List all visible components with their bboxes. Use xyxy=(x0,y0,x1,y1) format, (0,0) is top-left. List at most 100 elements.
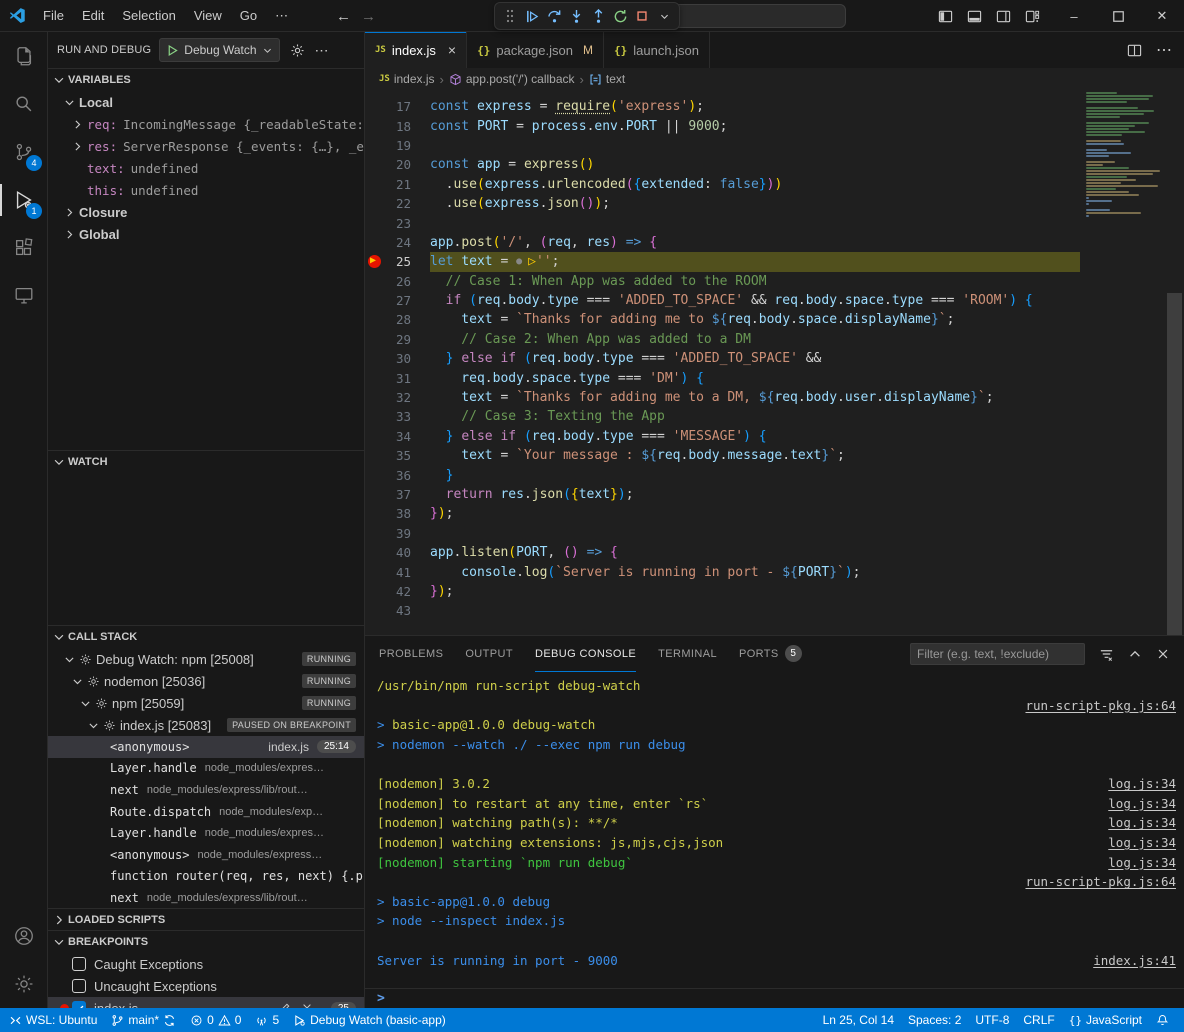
back-arrow-icon[interactable]: ← xyxy=(336,8,351,25)
step-over-button[interactable] xyxy=(544,5,564,27)
variable-row[interactable]: res:ServerResponse {_events: {…}, _ev… xyxy=(48,135,364,157)
call-stack-header[interactable]: CALL STACK xyxy=(48,626,364,648)
code-line[interactable]: 23 xyxy=(365,213,1080,232)
maximize-button[interactable] xyxy=(1096,0,1140,32)
minimap[interactable] xyxy=(1080,90,1164,635)
code-line[interactable]: 39 xyxy=(365,524,1080,543)
settings-gear-icon[interactable] xyxy=(0,960,48,1008)
debug-console-output[interactable]: /usr/bin/npm run-script debug-watchrun-s… xyxy=(365,672,1184,988)
callstack-frame-row[interactable]: <anonymous>node_modules/express… xyxy=(48,844,364,866)
code-line[interactable]: 24app.post('/', (req, res) => { xyxy=(365,233,1080,252)
extensions-icon[interactable] xyxy=(0,224,48,272)
code-line[interactable]: 27 if (req.body.type === 'ADDED_TO_SPACE… xyxy=(365,291,1080,310)
menu-go[interactable]: Go xyxy=(231,5,266,27)
tab-problems[interactable]: PROBLEMS xyxy=(379,637,443,672)
search-icon[interactable] xyxy=(0,80,48,128)
drag-handle-icon[interactable] xyxy=(500,5,520,27)
variables-header[interactable]: VARIABLES xyxy=(48,69,364,91)
maximize-panel-icon[interactable] xyxy=(1128,647,1142,661)
source-link[interactable]: log.js:34 xyxy=(1108,855,1176,870)
console-line[interactable]: [nodemon] to restart at any time, enter … xyxy=(377,794,1176,814)
code-line[interactable]: 30 } else if (req.body.type === 'ADDED_T… xyxy=(365,349,1080,368)
code-line[interactable]: 28 text = `Thanks for adding me to ${req… xyxy=(365,310,1080,329)
code-line[interactable]: 43 xyxy=(365,601,1080,620)
console-line[interactable]: run-script-pkg.js:64 xyxy=(377,872,1176,892)
split-editor-icon[interactable] xyxy=(1127,43,1142,58)
breakpoint-paused-icon[interactable]: ▶ xyxy=(365,255,385,268)
breakpoints-header[interactable]: BREAKPOINTS xyxy=(48,931,364,953)
debug-toolbar-dropdown-icon[interactable] xyxy=(654,5,674,27)
continue-button[interactable] xyxy=(522,5,542,27)
git-branch-indicator[interactable]: main* xyxy=(104,1008,183,1032)
forwarded-ports-indicator[interactable]: 5 xyxy=(248,1008,286,1032)
variable-row[interactable]: req:IncomingMessage {_readableState: … xyxy=(48,113,364,135)
customize-layout-icon[interactable] xyxy=(1025,9,1040,24)
console-line[interactable]: > basic-app@1.0.0 debug-watch xyxy=(377,715,1176,735)
variables-scope-row[interactable]: Closure xyxy=(48,201,364,223)
breakpoint-row[interactable]: Caught Exceptions xyxy=(48,953,364,975)
source-link[interactable]: log.js:34 xyxy=(1108,796,1176,811)
code-line[interactable]: 19 xyxy=(365,136,1080,155)
console-line[interactable]: /usr/bin/npm run-script debug-watch xyxy=(377,676,1176,696)
code-line[interactable]: 22 .use(express.json()); xyxy=(365,194,1080,213)
explorer-icon[interactable] xyxy=(0,32,48,80)
problems-indicator[interactable]: 0 0 xyxy=(183,1008,248,1032)
console-line[interactable]: > nodemon --watch ./ --exec npm run debu… xyxy=(377,735,1176,755)
remote-indicator[interactable]: WSL: Ubuntu xyxy=(2,1008,104,1032)
callstack-session-row[interactable]: npm [25059]RUNNING xyxy=(48,692,364,714)
code-line[interactable]: 26 // Case 1: When App was added to the … xyxy=(365,272,1080,291)
variables-scope-row[interactable]: Global xyxy=(48,223,364,245)
code-line[interactable]: 41 console.log(`Server is running in por… xyxy=(365,562,1080,581)
remote-explorer-icon[interactable] xyxy=(0,272,48,320)
source-link[interactable]: run-script-pkg.js:64 xyxy=(1025,874,1176,889)
callstack-session-row[interactable]: Debug Watch: npm [25008]RUNNING xyxy=(48,648,364,670)
breadcrumb-file[interactable]: JS index.js xyxy=(379,72,435,86)
tab-package-json[interactable]: {} package.json M xyxy=(467,32,604,68)
callstack-frame-row[interactable]: Route.dispatchnode_modules/exp… xyxy=(48,801,364,823)
code-line[interactable]: 38}); xyxy=(365,504,1080,523)
code-line[interactable]: 18const PORT = process.env.PORT || 9000; xyxy=(365,116,1080,135)
close-window-button[interactable]: ✕ xyxy=(1140,0,1184,32)
breadcrumb-symbol-callback[interactable]: app.post('/') callback xyxy=(449,72,575,86)
watch-header[interactable]: WATCH xyxy=(48,451,364,473)
callstack-session-row[interactable]: nodemon [25036]RUNNING xyxy=(48,670,364,692)
console-filter-input[interactable] xyxy=(910,643,1085,665)
code-line[interactable]: 36 } xyxy=(365,465,1080,484)
console-line[interactable]: Server is running in port - 9000index.js… xyxy=(377,950,1176,970)
minimize-button[interactable]: – xyxy=(1052,0,1096,32)
callstack-frame-row[interactable]: nextnode_modules/express/lib/rout… xyxy=(48,779,364,801)
callstack-frame-row[interactable]: nextnode_modules/express/lib/rout… xyxy=(48,887,364,908)
code-line[interactable]: 40app.listen(PORT, () => { xyxy=(365,543,1080,562)
console-line[interactable] xyxy=(377,754,1176,774)
editor-more-actions-icon[interactable]: ⋯ xyxy=(1156,40,1172,60)
variable-row[interactable]: text:undefined xyxy=(48,157,364,179)
menu-overflow[interactable]: ⋯ xyxy=(266,5,297,27)
code-line[interactable]: 29 // Case 2: When App was added to a DM xyxy=(365,330,1080,349)
toggle-primary-sidebar-icon[interactable] xyxy=(938,9,953,24)
language-mode[interactable]: {} JavaScript xyxy=(1062,1008,1149,1032)
code-line[interactable]: 37 return res.json({text}); xyxy=(365,485,1080,504)
console-line[interactable] xyxy=(377,931,1176,951)
source-control-icon[interactable]: 4 xyxy=(0,128,48,176)
code-line[interactable]: 20const app = express() xyxy=(365,155,1080,174)
debug-console-input[interactable]: > xyxy=(365,988,1184,1008)
code-line[interactable]: 42}); xyxy=(365,582,1080,601)
console-line[interactable]: run-script-pkg.js:64 xyxy=(377,696,1176,716)
code-line[interactable]: 17const express = require('express'); xyxy=(365,97,1080,116)
indentation-setting[interactable]: Spaces: 2 xyxy=(901,1008,968,1032)
toggle-secondary-sidebar-icon[interactable] xyxy=(996,9,1011,24)
code-line[interactable]: 35 text = `Your message : ${req.body.mes… xyxy=(365,446,1080,465)
tab-output[interactable]: OUTPUT xyxy=(465,637,513,672)
menu-file[interactable]: File xyxy=(34,5,73,27)
callstack-session-row[interactable]: index.js [25083]PAUSED ON BREAKPOINT xyxy=(48,714,364,736)
stop-button[interactable] xyxy=(632,5,652,27)
source-link[interactable]: log.js:34 xyxy=(1108,835,1176,850)
console-line[interactable]: [nodemon] 3.0.2log.js:34 xyxy=(377,774,1176,794)
debug-session-indicator[interactable]: Debug Watch (basic-app) xyxy=(286,1008,453,1032)
step-out-button[interactable] xyxy=(588,5,608,27)
encoding-setting[interactable]: UTF-8 xyxy=(968,1008,1016,1032)
breadcrumb-symbol-text[interactable]: text xyxy=(589,72,625,86)
variable-row[interactable]: this:undefined xyxy=(48,179,364,201)
menu-edit[interactable]: Edit xyxy=(73,5,113,27)
code-line[interactable]: 32 text = `Thanks for adding me to a DM,… xyxy=(365,388,1080,407)
